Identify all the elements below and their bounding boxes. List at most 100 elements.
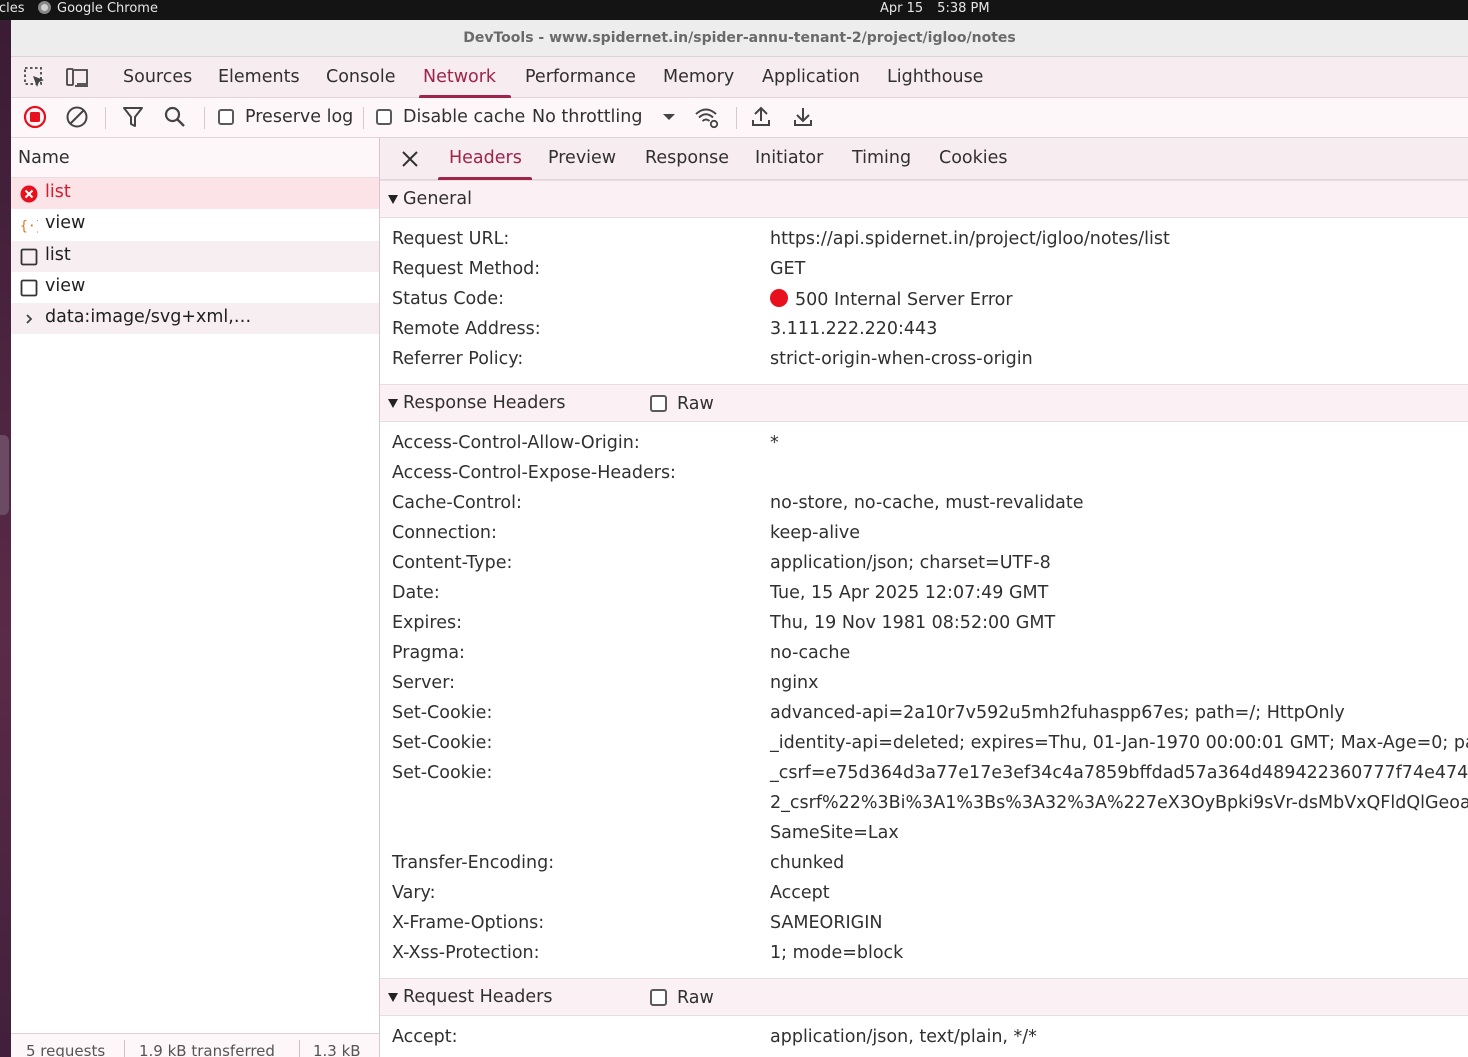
header-value[interactable]: nginx xyxy=(770,673,819,693)
raw-label[interactable]: Raw xyxy=(677,394,714,414)
throttling-select[interactable]: No throttling xyxy=(532,107,642,127)
request-row[interactable]: data:image/svg+xml,… xyxy=(11,303,379,335)
raw-label[interactable]: Raw xyxy=(677,988,714,1008)
request-name: list xyxy=(45,182,71,202)
disable-cache-label[interactable]: Disable cache xyxy=(403,107,525,127)
document-icon xyxy=(20,279,38,297)
header-value[interactable]: application/json, text/plain, */* xyxy=(770,1027,1037,1047)
network-toolbar: Preserve log Disable cache No throttling xyxy=(11,98,1468,138)
header-value[interactable]: keep-alive xyxy=(770,523,860,543)
tab-sources[interactable]: Sources xyxy=(123,67,192,87)
chevron-right-icon[interactable] xyxy=(20,310,38,328)
app-name: Google Chrome xyxy=(57,1,158,16)
section-title: Response Headers xyxy=(403,393,566,413)
header-key: Set-Cookie: xyxy=(392,733,493,753)
request-row[interactable]: list xyxy=(11,240,379,272)
activities-label[interactable]: cles xyxy=(0,1,25,16)
header-value[interactable]: Tue, 15 Apr 2025 12:07:49 GMT xyxy=(770,583,1048,603)
tab-timing[interactable]: Timing xyxy=(852,148,911,168)
tab-headers[interactable]: Headers xyxy=(449,148,522,168)
chevron-down-icon[interactable] xyxy=(661,111,677,123)
header-value[interactable]: Accept xyxy=(770,883,830,903)
tab-response[interactable]: Response xyxy=(645,148,729,168)
dock-handle[interactable] xyxy=(0,435,9,515)
request-headers-section-header[interactable]: Request Headers Raw xyxy=(380,978,1468,1016)
header-row: Pragma: no-cache xyxy=(380,639,1468,669)
header-value[interactable]: 1; mode=block xyxy=(770,943,903,963)
status-code-value[interactable]: 500 Internal Server Error xyxy=(770,289,1013,310)
tab-application[interactable]: Application xyxy=(762,67,860,87)
clear-icon[interactable] xyxy=(65,105,89,129)
tab-initiator[interactable]: Initiator xyxy=(755,148,823,168)
request-row[interactable]: {·} view xyxy=(11,209,379,240)
search-icon[interactable] xyxy=(163,105,187,129)
header-row: Expires: Thu, 19 Nov 1981 08:52:00 GMT xyxy=(380,609,1468,639)
header-value[interactable]: _csrf=e75d364d3a77e17e3ef34c4a7859bffdad… xyxy=(770,763,1468,783)
header-value[interactable]: https://api.spidernet.in/project/igloo/n… xyxy=(770,229,1170,249)
header-key: Vary: xyxy=(392,883,436,903)
header-value[interactable]: 2_csrf%22%3Bi%3A1%3Bs%3A32%3A%227eX3OyBp… xyxy=(770,793,1468,813)
header-value[interactable]: * xyxy=(770,433,779,453)
preserve-log-label[interactable]: Preserve log xyxy=(245,107,353,127)
network-summary-bar: 5 requests 1.9 kB transferred 1.3 kB xyxy=(11,1033,379,1057)
export-har-icon[interactable] xyxy=(792,105,814,129)
system-app-indicator[interactable]: cles Google Chrome xyxy=(0,1,158,16)
header-value[interactable]: strict-origin-when-cross-origin xyxy=(770,349,1033,369)
raw-checkbox[interactable] xyxy=(650,395,667,412)
stop-recording-icon[interactable] xyxy=(23,105,47,129)
header-value[interactable]: no-cache xyxy=(770,643,850,663)
collapse-triangle-icon xyxy=(388,195,398,204)
filter-icon[interactable] xyxy=(122,105,144,129)
header-key: Connection: xyxy=(392,523,497,543)
tab-elements[interactable]: Elements xyxy=(218,67,300,87)
header-value[interactable]: SAMEORIGIN xyxy=(770,913,882,933)
header-row: Vary: Accept xyxy=(380,879,1468,909)
details-tab-bar: Headers Preview Response Initiator Timin… xyxy=(380,138,1468,180)
tab-cookies[interactable]: Cookies xyxy=(939,148,1008,168)
summary-divider xyxy=(299,1040,300,1057)
tab-performance[interactable]: Performance xyxy=(525,67,636,87)
header-value[interactable]: no-store, no-cache, must-revalidate xyxy=(770,493,1084,513)
general-section-header[interactable]: General xyxy=(380,180,1468,218)
header-value[interactable]: _identity-api=deleted; expires=Thu, 01-J… xyxy=(770,733,1468,753)
request-row[interactable]: view xyxy=(11,272,379,303)
device-toolbar-icon[interactable] xyxy=(64,65,90,91)
header-value[interactable]: Thu, 19 Nov 1981 08:52:00 GMT xyxy=(770,613,1055,633)
response-headers-section-header[interactable]: Response Headers Raw xyxy=(380,384,1468,422)
tab-preview[interactable]: Preview xyxy=(548,148,616,168)
collapse-triangle-icon xyxy=(388,399,398,408)
document-icon xyxy=(20,248,38,265)
header-value[interactable]: 3.111.222.220:443 xyxy=(770,319,937,339)
header-row: Request URL: https://api.spidernet.in/pro… xyxy=(380,225,1468,255)
header-value[interactable]: SameSite=Lax xyxy=(770,823,899,843)
disable-cache-checkbox[interactable] xyxy=(376,109,392,125)
toolbar-divider xyxy=(204,107,205,129)
header-key: Access-Control-Allow-Origin: xyxy=(392,433,640,453)
header-row: X-Xss-Protection: 1; mode=block xyxy=(380,939,1468,969)
header-value[interactable]: chunked xyxy=(770,853,844,873)
header-value[interactable]: application/json; charset=UTF-8 xyxy=(770,553,1051,573)
name-column-header[interactable]: Name xyxy=(11,138,379,178)
transferred-size: 1.9 kB transferred xyxy=(139,1042,275,1057)
network-conditions-icon[interactable] xyxy=(694,105,720,129)
tab-console[interactable]: Console xyxy=(326,67,395,87)
clock[interactable]: Apr 15 5:38 PM xyxy=(880,1,1004,16)
request-row[interactable]: list xyxy=(11,178,379,210)
toolbar-divider xyxy=(736,107,737,129)
preserve-log-checkbox[interactable] xyxy=(218,109,234,125)
tab-lighthouse[interactable]: Lighthouse xyxy=(887,67,983,87)
clock-date: Apr 15 xyxy=(880,1,924,16)
header-row: Set-Cookie: _identity-api=deleted; expire… xyxy=(380,729,1468,759)
tab-network[interactable]: Network xyxy=(423,67,496,87)
header-value[interactable]: GET xyxy=(770,259,805,279)
header-row: Access-Control-Allow-Origin: * xyxy=(380,429,1468,459)
tab-memory[interactable]: Memory xyxy=(663,67,734,87)
inspect-element-icon[interactable] xyxy=(22,65,48,91)
raw-checkbox[interactable] xyxy=(650,989,667,1006)
import-har-icon[interactable] xyxy=(750,105,772,129)
json-braces-icon: {·} xyxy=(20,219,38,234)
header-key: Pragma: xyxy=(392,643,465,663)
header-value[interactable]: advanced-api=2a10r7v592u5mh2fuhaspp67es;… xyxy=(770,703,1345,723)
request-details-pane: Headers Preview Response Initiator Timin… xyxy=(380,138,1468,1057)
close-icon[interactable] xyxy=(400,149,420,169)
